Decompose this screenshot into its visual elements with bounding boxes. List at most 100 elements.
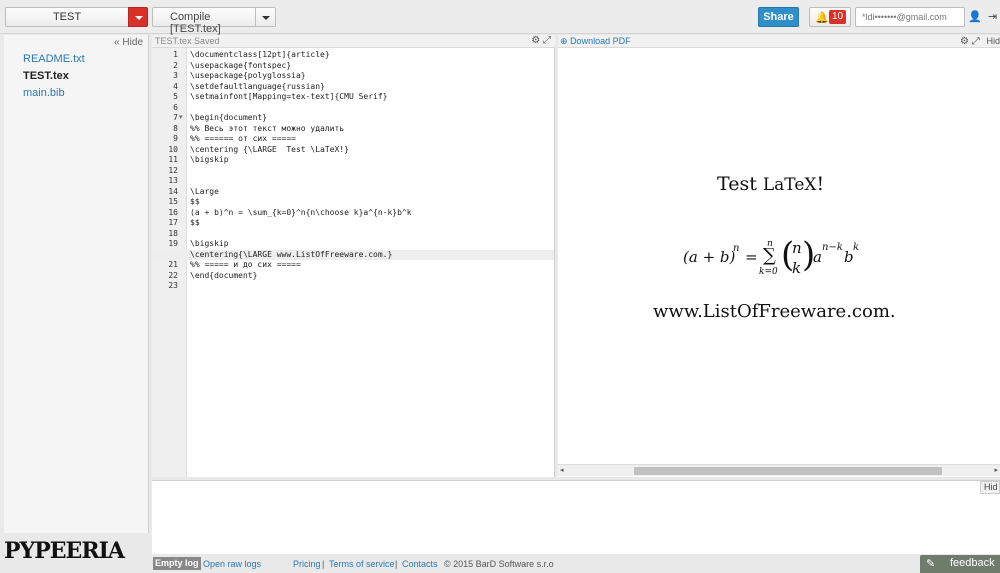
code-area[interactable]: \documentclass[12pt]{article} \usepackage…	[152, 48, 554, 477]
code-line[interactable]: $$	[190, 197, 554, 208]
code-line[interactable]: \end{document}	[190, 271, 554, 282]
file-item-main-bib[interactable]: main.bib	[23, 87, 65, 99]
code-line[interactable]: (a + b)^n = \sum_{k=0}^n{n\choose k}a^{n…	[190, 208, 554, 219]
line-number: 13	[168, 176, 178, 185]
terms-link[interactable]: Terms of service	[329, 559, 395, 569]
user-icon[interactable]: 👤	[967, 7, 983, 27]
fold-arrow-icon[interactable]: ▾	[179, 113, 183, 121]
code-line[interactable]: %% ===== и до сих =====	[190, 260, 554, 271]
formula-binom-bottom: k	[792, 259, 802, 277]
scroll-right-icon[interactable]: ▸	[994, 466, 998, 474]
code-line[interactable]: \setdefaultlanguage{russian}	[190, 82, 554, 93]
logout-icon[interactable]: ⇥	[985, 7, 1000, 27]
formula-binom-top: n	[792, 239, 802, 257]
file-item-readme[interactable]: README.txt	[23, 53, 85, 65]
compile-button[interactable]: Compile [TEST.tex]	[152, 7, 256, 35]
project-name: TEST	[52, 11, 82, 23]
user-email-field[interactable]: *ldi•••••••@gmail.com	[855, 7, 965, 27]
file-tree-panel: « Hide README.txt TEST.tex main.bib	[4, 35, 149, 533]
expand-icon[interactable]: ⤢	[543, 35, 551, 46]
code-line[interactable]: %% ====== от сих =====	[190, 134, 554, 145]
pdf-preview: ⊕ Download PDF ⚙ ⤢ Hid Test LaTeX! (a + …	[558, 35, 1000, 477]
code-line[interactable]: \usepackage{polyglossia}	[190, 71, 554, 82]
formula-lhs-exp: n	[733, 243, 740, 254]
code-line[interactable]: \bigskip	[190, 155, 554, 166]
line-number: 1	[173, 50, 178, 59]
caret-down-icon	[262, 16, 270, 20]
file-item-test-tex[interactable]: TEST.tex	[23, 70, 69, 82]
formula-b-exp: k	[853, 242, 860, 253]
formula-a: a	[813, 248, 822, 266]
code-line[interactable]	[190, 166, 554, 177]
source-editor: TEST.tex Saved ⚙ ⤢ 1 2 3 4 5 6 7 8 9 10 11 12 13 14 15…	[152, 35, 555, 477]
code-line[interactable]: \bigskip	[190, 239, 554, 250]
code-line[interactable]	[190, 281, 554, 292]
pdf-title-prefix: Test	[717, 173, 763, 195]
code-line[interactable]	[190, 176, 554, 187]
code-line[interactable]: \usepackage{fontspec}	[190, 61, 554, 72]
share-button[interactable]: Share	[758, 7, 799, 27]
empty-log-badge[interactable]: Empty log	[153, 557, 201, 570]
code-line[interactable]: $$	[190, 218, 554, 229]
editor-file-label: TEST.tex	[155, 36, 192, 46]
footer-separator: |	[395, 559, 398, 569]
compile-options-button[interactable]	[255, 7, 276, 27]
pencil-icon: ✎	[926, 558, 936, 570]
scroll-left-icon[interactable]: ◂	[560, 466, 564, 474]
line-number-gutter: 1234567891011121314151617181920212223▾	[152, 48, 187, 477]
scrollbar-thumb[interactable]	[634, 467, 942, 475]
download-pdf-label: Download PDF	[570, 36, 631, 46]
project-menu-button[interactable]: TEST	[5, 7, 148, 27]
line-number: 8	[173, 123, 178, 133]
hide-log-button[interactable]: Hid	[980, 481, 1000, 494]
top-toolbar: TEST Compile [TEST.tex] Share 🔔 10 *ldi•…	[0, 0, 1000, 35]
feedback-button[interactable]: ✎ feedback	[920, 555, 1000, 573]
line-number: 17	[168, 218, 178, 227]
code-line[interactable]	[190, 229, 554, 240]
pdf-title-suffix: !	[816, 173, 825, 195]
line-number: 16	[168, 207, 178, 217]
line-number: 6	[173, 102, 178, 112]
pdf-website: www.ListOfFreeware.com.	[653, 301, 896, 322]
pdf-title-latex: LaTeX	[762, 175, 817, 195]
line-number: 9	[173, 134, 178, 143]
footer-separator: |	[322, 559, 325, 569]
line-number: 7	[173, 113, 178, 122]
line-number: 15	[168, 197, 178, 206]
caret-down-icon	[135, 16, 143, 20]
project-dropdown-button[interactable]	[128, 7, 148, 27]
code-line[interactable]	[190, 103, 554, 114]
contacts-link[interactable]: Contacts	[402, 559, 438, 569]
code-line[interactable]: \documentclass[12pt]{article}	[190, 50, 554, 61]
hide-file-tree-button[interactable]: « Hide	[114, 37, 143, 48]
pricing-link[interactable]: Pricing	[293, 559, 321, 569]
footer: Empty log Open raw logs Pricing | Terms …	[152, 555, 1000, 573]
editor-header: TEST.tex Saved ⚙ ⤢	[152, 35, 555, 48]
formula-equals: =	[745, 248, 758, 266]
notifications-button[interactable]: 🔔 10	[809, 7, 851, 27]
line-number: 11	[168, 155, 178, 164]
code-line[interactable]: %% Весь этот текст можно удалить	[190, 124, 554, 135]
line-number: 5	[173, 92, 178, 101]
pdf-title: Test LaTeX!	[717, 173, 824, 195]
line-number: 19	[168, 239, 178, 248]
line-number: 14	[168, 186, 178, 196]
hide-pdf-button[interactable]: Hid	[986, 36, 1000, 46]
editor-save-status: Saved	[194, 36, 220, 46]
code-line[interactable]: \centering{\LARGE www.ListOfFreeware.com…	[152, 249, 554, 260]
code-line[interactable]: \begin{document}	[190, 113, 554, 124]
download-pdf-link[interactable]: ⊕ Download PDF	[560, 36, 631, 46]
code-line[interactable]: \Large	[190, 187, 554, 198]
compile-label: Compile	[170, 11, 211, 23]
open-raw-logs-link[interactable]: Open raw logs	[203, 559, 261, 569]
pdf-horizontal-scrollbar[interactable]: ◂ ▸	[558, 464, 1000, 476]
line-number: 18	[168, 228, 178, 238]
code-line[interactable]: \centering {\LARGE Test \LaTeX!}	[190, 145, 554, 156]
gear-icon[interactable]: ⚙	[960, 36, 969, 47]
formula-sum-bottom: k=0	[759, 267, 778, 277]
code-line[interactable]: \setmainfont[Mapping=tex-text]{CMU Serif…	[190, 92, 554, 103]
expand-icon[interactable]: ⤢	[972, 36, 980, 47]
download-icon: ⊕	[560, 36, 568, 46]
bell-icon: 🔔	[815, 12, 829, 24]
gear-icon[interactable]: ⚙	[531, 35, 540, 46]
